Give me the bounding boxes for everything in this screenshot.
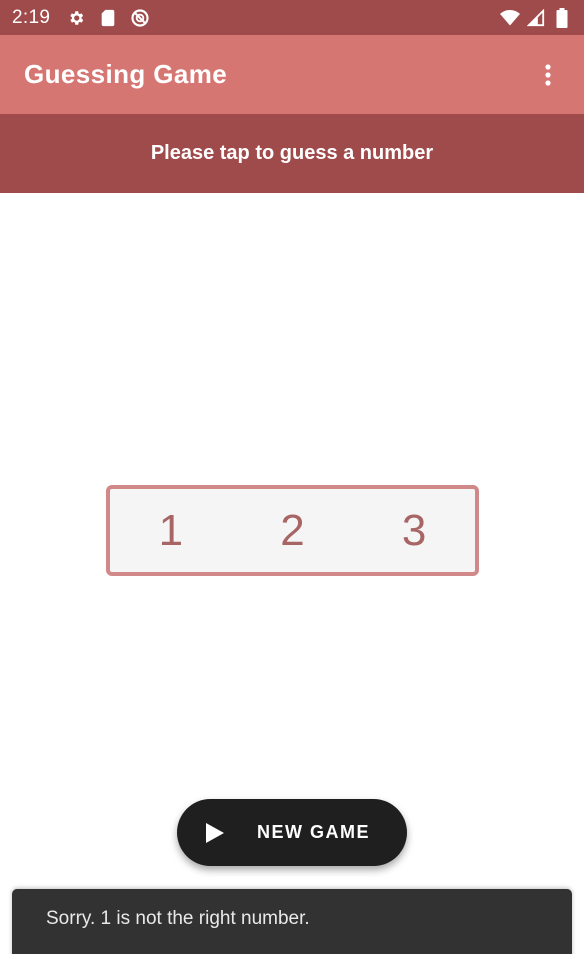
wifi-icon bbox=[500, 8, 520, 28]
new-game-button[interactable]: NEW GAME bbox=[177, 799, 407, 866]
snackbar: Sorry. 1 is not the right number. bbox=[12, 889, 572, 954]
status-time: 2:19 bbox=[12, 6, 51, 28]
more-vert-icon[interactable] bbox=[536, 55, 560, 95]
new-game-label: NEW GAME bbox=[257, 822, 370, 842]
number-button-1[interactable]: 1 bbox=[126, 506, 216, 556]
number-button-3[interactable]: 3 bbox=[369, 506, 459, 556]
status-bar: 2:19 bbox=[0, 0, 584, 35]
settings-icon bbox=[66, 8, 86, 28]
app-title: Guessing Game bbox=[24, 59, 228, 89]
sd-card-icon bbox=[98, 8, 118, 28]
app-bar: Guessing Game bbox=[0, 35, 584, 114]
battery-icon bbox=[552, 7, 572, 28]
status-icons-left bbox=[66, 8, 150, 28]
cell-signal-icon bbox=[526, 8, 546, 28]
snackbar-message: Sorry. 1 is not the right number. bbox=[46, 908, 310, 929]
play-icon bbox=[205, 822, 227, 844]
do-not-disturb-icon bbox=[130, 8, 150, 28]
number-selector: 1 2 3 bbox=[106, 485, 479, 576]
prompt-text: Please tap to guess a number bbox=[150, 142, 434, 164]
prompt-banner: Please tap to guess a number bbox=[0, 114, 584, 193]
number-button-2[interactable]: 2 bbox=[247, 506, 337, 556]
status-icons-right bbox=[500, 7, 572, 28]
